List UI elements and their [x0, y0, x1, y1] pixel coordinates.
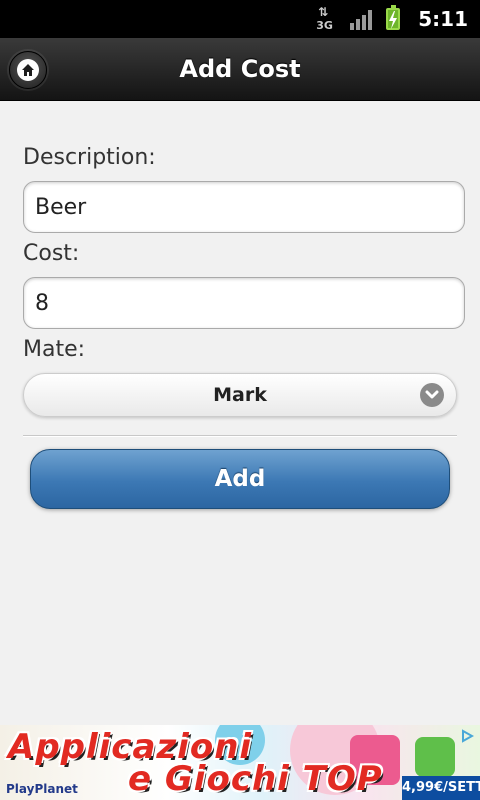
battery-charging-icon	[386, 5, 401, 30]
add-cost-form: Description: Cost: Mate: Mark Add	[0, 101, 480, 725]
mate-selected-value: Mark	[213, 384, 267, 406]
header-bar: Add Cost	[0, 38, 480, 101]
network-type-label: 3G	[316, 19, 333, 32]
status-clock: 5:11	[418, 7, 468, 31]
ad-brand-logo: PlayPlanet	[6, 782, 78, 796]
ad-choices-icon[interactable]	[460, 729, 474, 743]
mate-label: Mate:	[23, 337, 86, 362]
signal-icon	[350, 8, 373, 30]
ad-subheadline: e Giochi TOP	[128, 759, 383, 799]
divider	[23, 435, 457, 437]
page-title: Add Cost	[179, 55, 301, 83]
home-button[interactable]	[9, 51, 47, 89]
mate-select[interactable]: Mark	[23, 373, 457, 417]
ad-decoration	[415, 737, 455, 777]
description-input[interactable]	[23, 181, 465, 233]
description-label: Description:	[23, 145, 156, 170]
chevron-down-icon	[420, 383, 444, 407]
ad-price-badge: 4,99€/SETT	[402, 776, 480, 800]
add-button[interactable]: Add	[30, 449, 450, 509]
cost-input[interactable]	[23, 277, 465, 329]
status-bar: ⇅ 3G 5:11	[0, 0, 480, 38]
home-icon	[17, 59, 39, 81]
cost-label: Cost:	[23, 241, 80, 266]
data-arrows-icon: ⇅ 3G	[316, 5, 333, 32]
ad-banner[interactable]: Applicazioni e Giochi TOP PlayPlanet 4,9…	[0, 725, 480, 800]
